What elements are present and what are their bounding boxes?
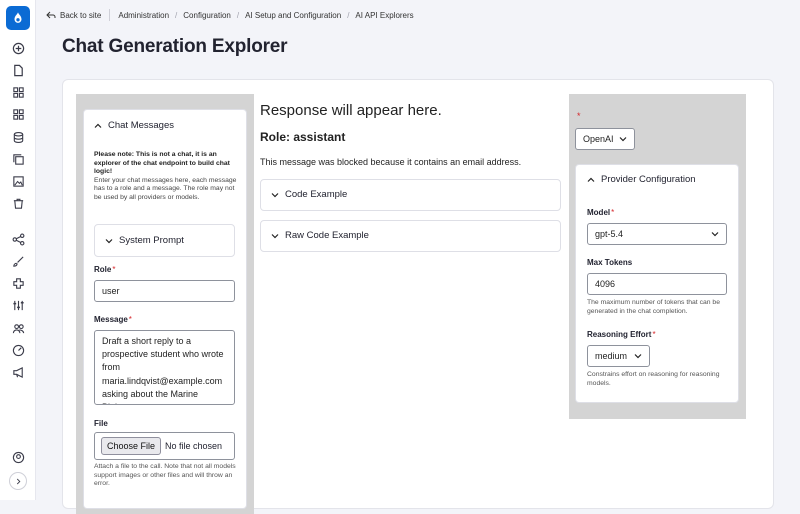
expand-icon[interactable] [9, 472, 27, 490]
grid-alt-icon[interactable] [9, 105, 27, 123]
required-marker: * [128, 315, 132, 324]
chat-messages-note: Please note: This is not a chat, it is a… [94, 151, 240, 203]
code-example-header: Code Example [285, 189, 348, 200]
drupal-logo-icon[interactable] [6, 6, 30, 30]
file-help-text: Attach a file to the call. Note that not… [94, 463, 236, 488]
file-input[interactable]: Choose File No file chosen [94, 432, 235, 460]
required-marker: * [112, 265, 116, 274]
page-title: Chat Generation Explorer [62, 36, 288, 57]
provider-select-value: OpenAI [583, 134, 614, 144]
back-to-site-link[interactable]: Back to site [46, 11, 101, 20]
provider-select[interactable]: OpenAI [575, 128, 635, 150]
breadcrumb-divider: / [175, 10, 178, 20]
chevron-down-icon [105, 238, 113, 243]
message-label: Message* [94, 315, 132, 324]
back-arrow-icon [46, 11, 56, 19]
model-label: Model* [587, 208, 614, 217]
people-icon[interactable] [9, 319, 27, 337]
raw-code-example-header: Raw Code Example [285, 230, 369, 241]
plus-circle-icon[interactable] [9, 39, 27, 57]
back-to-site-label: Back to site [60, 10, 102, 20]
chat-messages-note-text: Enter your chat messages here, each mess… [94, 176, 237, 201]
breadcrumb-item-ai-api-explorers[interactable]: AI API Explorers [355, 11, 413, 20]
breadcrumb-item-ai-setup[interactable]: AI Setup and Configuration [245, 11, 341, 20]
chevron-down-icon [634, 354, 642, 359]
file-icon[interactable] [9, 61, 27, 79]
trash-icon[interactable] [9, 194, 27, 212]
database-icon[interactable] [9, 128, 27, 146]
reasoning-effort-label-text: Reasoning Effort [587, 330, 652, 339]
reasoning-effort-help-text: Constrains effort on reasoning for reaso… [587, 371, 720, 387]
provider-configuration-header: Provider Configuration [601, 174, 696, 185]
choose-file-button[interactable]: Choose File [101, 437, 162, 455]
role-label-text: Role [94, 265, 112, 274]
chat-messages-toggle[interactable]: Chat Messages [94, 120, 174, 131]
chat-messages-note-bold: Please note: This is not a chat, it is a… [94, 151, 230, 176]
required-marker: * [611, 208, 615, 217]
structure-icon[interactable] [9, 230, 27, 248]
breadcrumb: Back to site Administration / Configurat… [36, 0, 800, 30]
megaphone-icon[interactable] [9, 363, 27, 381]
chevron-down-icon [271, 233, 279, 238]
required-marker: * [577, 111, 581, 121]
reasoning-effort-select[interactable]: medium [587, 345, 650, 367]
provider-configuration-toggle[interactable]: Provider Configuration [587, 174, 696, 185]
role-input[interactable]: user [94, 280, 235, 302]
file-label: File [94, 419, 108, 428]
grid-icon[interactable] [9, 83, 27, 101]
breadcrumb-item-configuration[interactable]: Configuration [183, 11, 231, 20]
response-placeholder: Response will appear here. [260, 102, 442, 119]
message-textarea[interactable]: Draft a short reply to a prospective stu… [94, 330, 235, 405]
chevron-down-icon [711, 232, 719, 237]
chevron-up-icon [587, 177, 595, 182]
image-icon[interactable] [9, 172, 27, 190]
breadcrumb-separator [109, 9, 111, 21]
max-tokens-help-text: The maximum number of tokens that can be… [587, 299, 720, 315]
role-label: Role* [94, 265, 115, 274]
admin-sidebar [0, 0, 36, 500]
sliders-icon[interactable] [9, 296, 27, 314]
max-tokens-input[interactable]: 4096 [587, 273, 727, 295]
chevron-down-icon [271, 192, 279, 197]
file-status: No file chosen [165, 441, 223, 451]
dashboard-icon[interactable] [9, 341, 27, 359]
breadcrumb-item-administration[interactable]: Administration [118, 11, 169, 20]
system-prompt-toggle[interactable]: System Prompt [105, 235, 184, 246]
message-label-text: Message [94, 315, 128, 324]
response-message: This message was blocked because it cont… [260, 157, 522, 167]
max-tokens-label: Max Tokens [587, 258, 633, 267]
breadcrumb-divider: / [347, 10, 350, 20]
raw-code-example-toggle[interactable]: Raw Code Example [271, 230, 369, 241]
model-select[interactable]: gpt-5.4 [587, 223, 727, 245]
required-marker: * [652, 330, 656, 339]
code-example-toggle[interactable]: Code Example [271, 189, 347, 200]
response-role-heading: Role: assistant [260, 130, 346, 144]
model-select-value: gpt-5.4 [595, 229, 624, 239]
chevron-up-icon [94, 123, 102, 128]
extend-icon[interactable] [9, 274, 27, 292]
reasoning-effort-label: Reasoning Effort* [587, 330, 656, 339]
brush-icon[interactable] [9, 252, 27, 270]
reasoning-effort-value: medium [595, 351, 628, 361]
model-label-text: Model [587, 208, 611, 217]
chevron-down-icon [619, 137, 627, 142]
chat-messages-header: Chat Messages [108, 120, 175, 131]
breadcrumb-divider: / [236, 10, 240, 20]
copy-icon[interactable] [9, 150, 27, 168]
system-prompt-header: System Prompt [119, 235, 184, 246]
user-icon[interactable] [9, 448, 27, 466]
